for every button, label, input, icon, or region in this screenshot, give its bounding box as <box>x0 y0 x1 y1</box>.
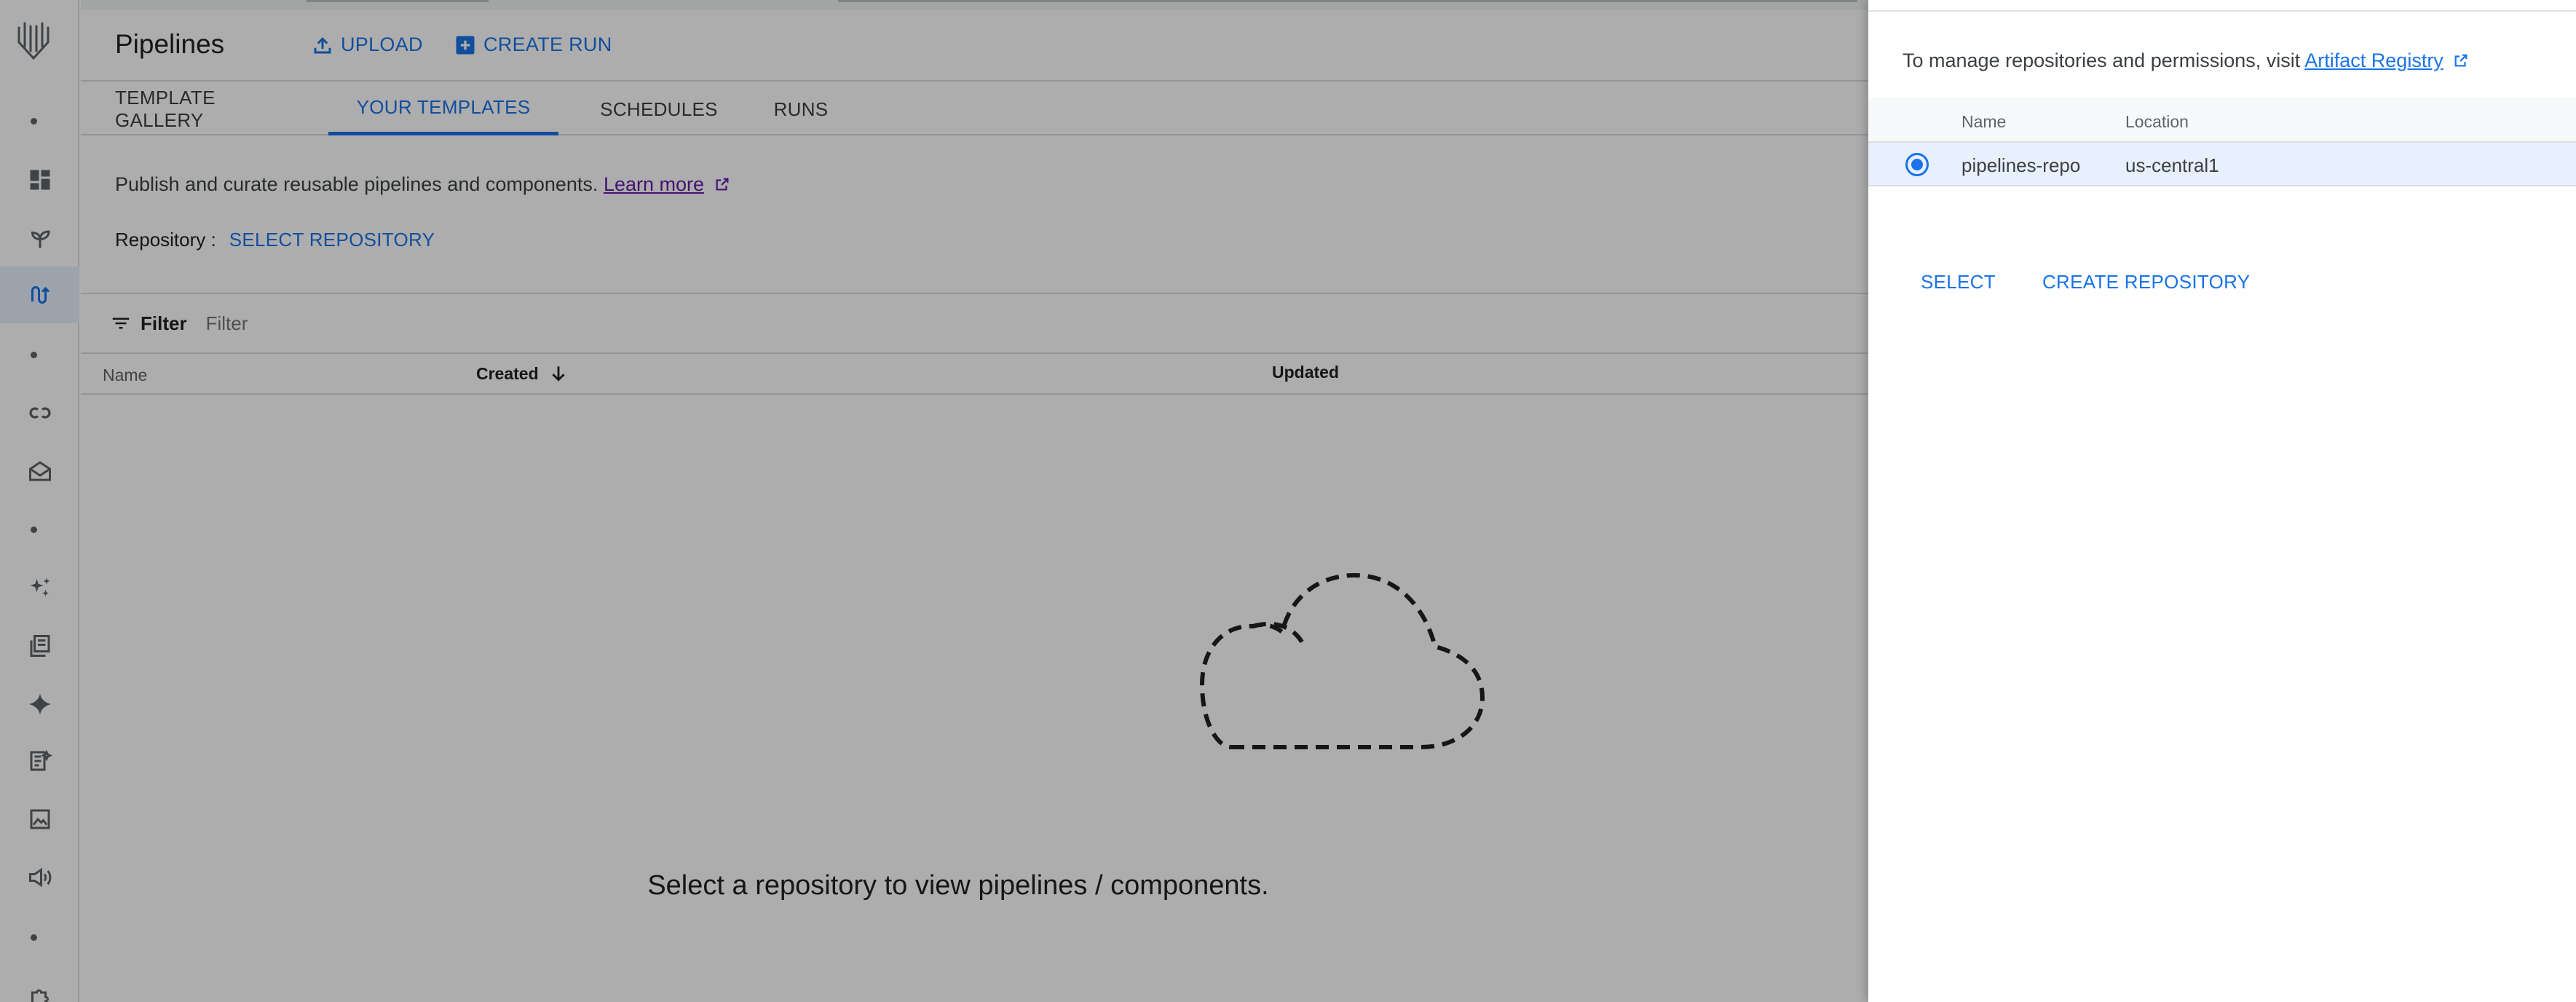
create-repository-button[interactable]: CREATE REPOSITORY <box>2042 271 2250 293</box>
panel-info-text: To manage repositories and permissions, … <box>1903 50 2469 72</box>
select-repository-panel: To manage repositories and permissions, … <box>1868 0 2576 1002</box>
repository-table-header: Name Location <box>1868 98 2576 143</box>
repository-table: Name Location pipelines-repo us-central1 <box>1868 98 2576 186</box>
radio-selected-dot <box>1911 159 1923 170</box>
table-row[interactable]: pipelines-repo us-central1 <box>1868 143 2576 186</box>
panel-actions: SELECT CREATE REPOSITORY <box>1921 271 2250 293</box>
select-button[interactable]: SELECT <box>1921 271 1996 293</box>
artifact-registry-link[interactable]: Artifact Registry <box>2304 50 2443 71</box>
panel-info-description: To manage repositories and permissions, … <box>1903 50 2301 71</box>
repository-location: us-central1 <box>2125 154 2219 176</box>
modal-scrim[interactable] <box>0 0 1868 1002</box>
repository-name: pipelines-repo <box>1961 154 2081 176</box>
column-header-repo-name: Name <box>1961 112 2007 131</box>
artifact-registry-label: Artifact Registry <box>2304 50 2443 71</box>
column-header-location: Location <box>2125 112 2189 131</box>
open-in-new-icon <box>2454 54 2468 67</box>
repository-radio[interactable] <box>1905 153 1929 176</box>
panel-divider <box>1868 10 2576 12</box>
